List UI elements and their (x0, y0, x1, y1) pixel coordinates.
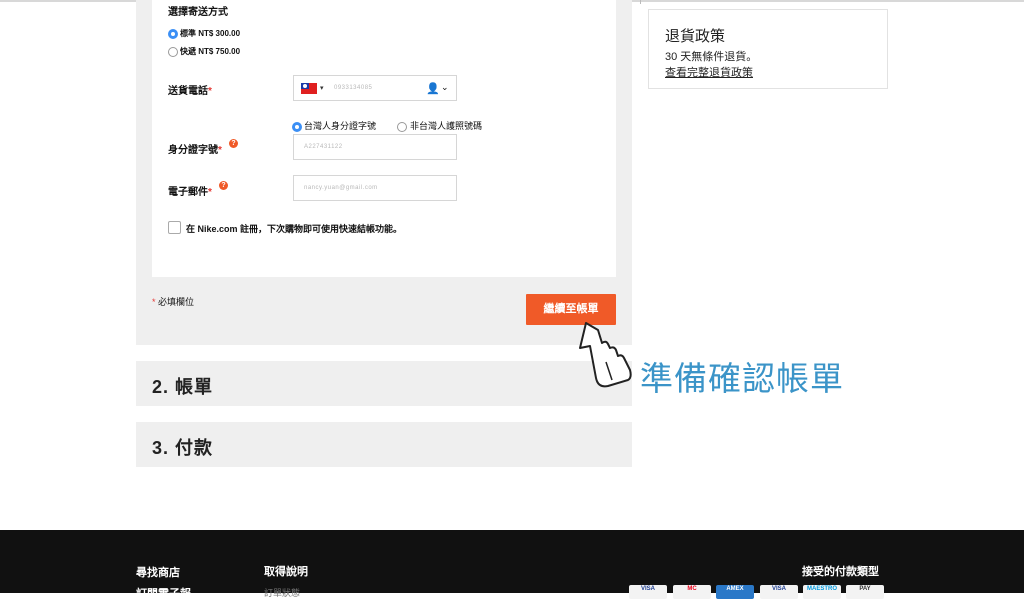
billing-section-title[interactable]: 2. 帳單 (152, 373, 213, 399)
phone-input[interactable]: ▾ 0933134085 👤 ⌄ (293, 75, 457, 101)
return-policy-box: 退貨政策 30 天無條件退貨。 查看完整退貨政策 (648, 9, 888, 89)
shipping-express-label[interactable]: 快遞 NT$ 750.00 (180, 46, 240, 57)
id-type-taiwan-radio[interactable] (292, 122, 302, 132)
pay-card-icon: PAY (846, 585, 884, 599)
phone-label-text: 送貨電話 (168, 86, 208, 97)
return-policy-text: 30 天無條件退貨。 (665, 51, 758, 63)
pointing-hand-icon (579, 322, 632, 388)
register-checkbox-label[interactable]: 在 Nike.com 註冊，下次購物即可使用快速結帳功能。 (186, 222, 402, 235)
payment-section-title[interactable]: 3. 付款 (152, 434, 213, 460)
required-note-text: 必填欄位 (158, 297, 195, 307)
divider-tick (640, 0, 641, 4)
register-checkbox[interactable] (168, 221, 181, 234)
chevron-down-icon[interactable]: ▾ (320, 84, 324, 92)
id-type-passport-radio[interactable] (397, 122, 407, 132)
id-type-passport-label[interactable]: 非台灣人護照號碼 (410, 119, 482, 132)
footer-payments-title: 接受的付款類型 (802, 566, 879, 578)
required-star: * (152, 297, 156, 307)
footer-newsletter[interactable]: 訂閱電子報 (136, 585, 191, 601)
phone-label: 送貨電話* (168, 82, 212, 97)
id-number-value[interactable]: A227431122 (304, 144, 343, 150)
maestro-card-icon: MAESTRO (803, 585, 841, 599)
help-icon[interactable]: ? (219, 181, 228, 190)
shipping-method-label: 選擇寄送方式 (168, 7, 228, 18)
billing-section[interactable]: 2. 帳單 (136, 361, 632, 406)
id-number-input[interactable]: A227431122 (293, 134, 457, 160)
visa-card-icon: VISA (760, 585, 798, 599)
annotation-text: 準備確認帳單 (640, 360, 844, 397)
id-number-label-text: 身分證字號 (168, 145, 218, 156)
id-type-taiwan-label[interactable]: 台灣人身分證字號 (304, 119, 376, 132)
help-icon[interactable]: ? (229, 139, 238, 148)
contact-person-icon[interactable]: 👤 (426, 82, 440, 95)
email-label: 電子郵件* (168, 183, 212, 198)
shipping-section: 選擇寄送方式 標準 NT$ 300.00 快遞 NT$ 750.00 送貨電話*… (136, 0, 632, 345)
email-value[interactable]: nancy.yuan@gmail.com (304, 185, 378, 191)
return-policy-link[interactable]: 查看完整退貨政策 (665, 64, 753, 80)
required-star: * (208, 187, 212, 198)
visa-card-icon: VISA (629, 585, 667, 599)
payment-section[interactable]: 3. 付款 (136, 422, 632, 467)
footer-help-title: 取得說明 (264, 566, 308, 578)
phone-value[interactable]: 0933134085 (334, 85, 372, 91)
chevron-down-icon[interactable]: ⌄ (441, 82, 449, 93)
mastercard-icon: MC (673, 585, 711, 599)
footer: 尋找商店 訂閱電子報 取得說明 訂單狀態 接受的付款類型 VISA MC AME… (0, 530, 1024, 600)
footer-find-store[interactable]: 尋找商店 (136, 564, 180, 580)
return-policy-title: 退貨政策 (665, 28, 726, 45)
shipping-standard-label[interactable]: 標準 NT$ 300.00 (180, 28, 240, 39)
required-star: * (208, 86, 212, 97)
id-number-label: 身分證字號* (168, 141, 222, 156)
shipping-standard-radio[interactable] (168, 29, 178, 39)
required-note: * 必填欄位 (152, 295, 194, 308)
email-label-text: 電子郵件 (168, 187, 208, 198)
shipping-express-radio[interactable] (168, 47, 178, 57)
required-star: * (218, 145, 222, 156)
email-input[interactable]: nancy.yuan@gmail.com (293, 175, 457, 201)
taiwan-flag-icon[interactable] (301, 83, 317, 94)
amex-card-icon: AMEX (716, 585, 754, 599)
shipping-form: 選擇寄送方式 標準 NT$ 300.00 快遞 NT$ 750.00 送貨電話*… (152, 0, 616, 277)
